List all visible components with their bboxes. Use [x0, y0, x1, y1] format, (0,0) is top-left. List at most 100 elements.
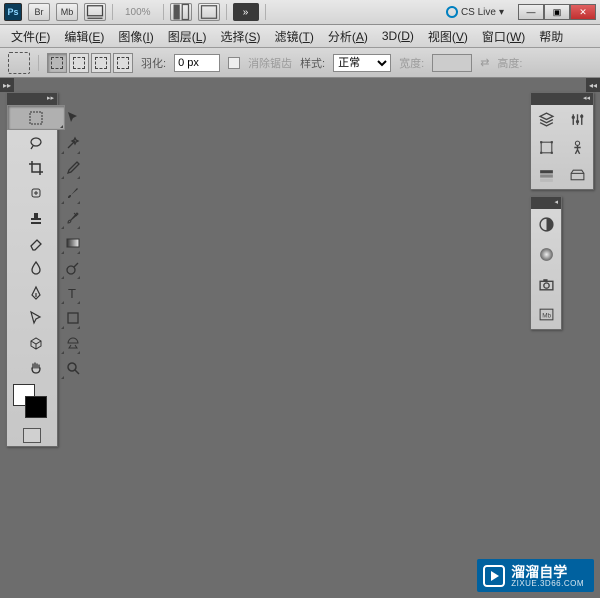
menu-edit[interactable]: 编辑(E): [57, 25, 111, 48]
cs-live-button[interactable]: CS Live ▾: [446, 6, 504, 18]
menu-analysis[interactable]: 分析(A): [321, 25, 375, 48]
swap-wh-icon: ⇄: [480, 56, 489, 69]
feather-label: 羽化:: [141, 55, 166, 71]
menu-filter[interactable]: 滤镜(T): [267, 25, 320, 48]
separator: [265, 4, 266, 20]
menu-window[interactable]: 窗口(W): [475, 25, 532, 48]
svg-text:T: T: [68, 286, 76, 301]
selection-add-button[interactable]: [69, 53, 89, 73]
tool-path-select[interactable]: [7, 305, 65, 330]
tool-3d-camera[interactable]: [65, 330, 81, 355]
antialias-checkbox[interactable]: [228, 57, 240, 69]
app-logo-icon: Ps: [4, 3, 22, 21]
watermark-sub: ZIXUE.3D66.COM: [511, 579, 584, 588]
menu-file[interactable]: 文件(F): [4, 25, 57, 48]
separator: [38, 55, 39, 71]
quickmask-toggle[interactable]: [23, 428, 41, 443]
arrange-docs-button[interactable]: [170, 3, 192, 21]
width-input: [432, 54, 472, 72]
right-panel-2: ◂ Mb: [530, 196, 562, 330]
zoom-level[interactable]: 100%: [119, 7, 157, 18]
menu-select[interactable]: 选择(S): [213, 25, 267, 48]
play-icon: [483, 565, 505, 587]
maximize-button[interactable]: ▣: [544, 4, 570, 20]
selection-new-button[interactable]: [47, 53, 67, 73]
selection-subtract-button[interactable]: [91, 53, 111, 73]
menu-image[interactable]: 图像(I): [111, 25, 160, 48]
menu-3d[interactable]: 3D(D): [375, 26, 421, 46]
cslive-label: CS Live: [461, 7, 496, 18]
tool-dodge[interactable]: [65, 255, 81, 280]
menu-layer[interactable]: 图层(L): [161, 25, 214, 48]
tool-3d[interactable]: [7, 330, 65, 355]
tool-lasso[interactable]: [7, 130, 65, 155]
half-circle-icon[interactable]: [531, 209, 561, 239]
cslive-icon: [446, 6, 458, 18]
tool-move[interactable]: [65, 105, 81, 130]
tools-panel-collapse[interactable]: ▸▸: [7, 93, 57, 105]
right-dock-toggle[interactable]: ◂◂: [586, 78, 600, 92]
watermark: 溜溜自学 ZIXUE.3D66.COM: [477, 559, 594, 592]
expand-launchbar-button[interactable]: »: [233, 3, 259, 21]
panel-collapse[interactable]: ◂: [531, 197, 561, 209]
tool-brush[interactable]: [65, 180, 81, 205]
tool-crop[interactable]: [7, 155, 65, 180]
title-bar: Ps Br Mb 100% » CS Live ▾ — ▣ ✕: [0, 0, 600, 25]
adjustments-icon[interactable]: [562, 105, 593, 133]
color-swatches[interactable]: [7, 380, 57, 424]
tool-pen[interactable]: [7, 280, 65, 305]
tool-stamp[interactable]: [7, 205, 65, 230]
dropdown-icon: ▾: [499, 7, 504, 18]
minibridge-icon[interactable]: Mb: [531, 299, 561, 329]
transform-icon[interactable]: [531, 133, 562, 161]
style-select[interactable]: 正常: [333, 54, 391, 72]
minimize-button[interactable]: —: [518, 4, 544, 20]
menu-help[interactable]: 帮助: [532, 25, 570, 48]
left-dock-toggle[interactable]: ▸▸: [0, 78, 14, 92]
tools-panel: ▸▸ T: [6, 92, 58, 447]
antialias-label: 消除锯齿: [248, 55, 292, 71]
tool-type[interactable]: T: [65, 280, 81, 305]
tool-history-brush[interactable]: [65, 205, 81, 230]
separator: [163, 4, 164, 20]
layers-icon[interactable]: [531, 105, 562, 133]
window-controls: — ▣ ✕: [518, 4, 596, 20]
tool-hand[interactable]: [7, 355, 65, 380]
separator: [112, 4, 113, 20]
height-label: 高度:: [497, 55, 522, 71]
tool-zoom[interactable]: [65, 355, 81, 380]
options-bar: 羽化: 消除锯齿 样式: 正常 宽度: ⇄ 高度:: [0, 48, 600, 78]
camera-icon[interactable]: [531, 269, 561, 299]
tool-magic-wand[interactable]: [65, 130, 81, 155]
selection-intersect-button[interactable]: [113, 53, 133, 73]
separator: [226, 4, 227, 20]
screen-layout-button[interactable]: [198, 3, 220, 21]
background-color[interactable]: [25, 396, 47, 418]
selection-mode-group: [47, 53, 133, 73]
minibridge-button[interactable]: Mb: [56, 3, 78, 21]
current-tool-icon[interactable]: [8, 52, 30, 74]
panel-collapse[interactable]: ◂◂: [531, 93, 593, 105]
tool-eraser[interactable]: [7, 230, 65, 255]
close-button[interactable]: ✕: [570, 4, 596, 20]
tool-blur[interactable]: [7, 255, 65, 280]
tool-shape[interactable]: [65, 305, 81, 330]
style-label: 样式:: [300, 55, 325, 71]
svg-text:Mb: Mb: [542, 312, 551, 319]
screen-mode-button[interactable]: [84, 3, 106, 21]
tool-gradient[interactable]: [65, 230, 81, 255]
menu-view[interactable]: 视图(V): [421, 25, 475, 48]
bridge-button[interactable]: Br: [28, 3, 50, 21]
feather-input[interactable]: [174, 54, 220, 72]
sphere-icon[interactable]: [531, 239, 561, 269]
channels-icon[interactable]: [531, 161, 562, 189]
right-panel-1: ◂◂: [530, 92, 594, 190]
tool-healing[interactable]: [7, 180, 65, 205]
puppet-icon[interactable]: [562, 133, 593, 161]
tool-eyedropper[interactable]: [65, 155, 81, 180]
styles-icon[interactable]: [562, 161, 593, 189]
watermark-title: 溜溜自学: [511, 565, 584, 579]
menu-bar: 文件(F) 编辑(E) 图像(I) 图层(L) 选择(S) 滤镜(T) 分析(A…: [0, 25, 600, 48]
right-dock: ◂◂ ◂ Mb: [530, 92, 594, 336]
tool-marquee[interactable]: [7, 105, 65, 130]
